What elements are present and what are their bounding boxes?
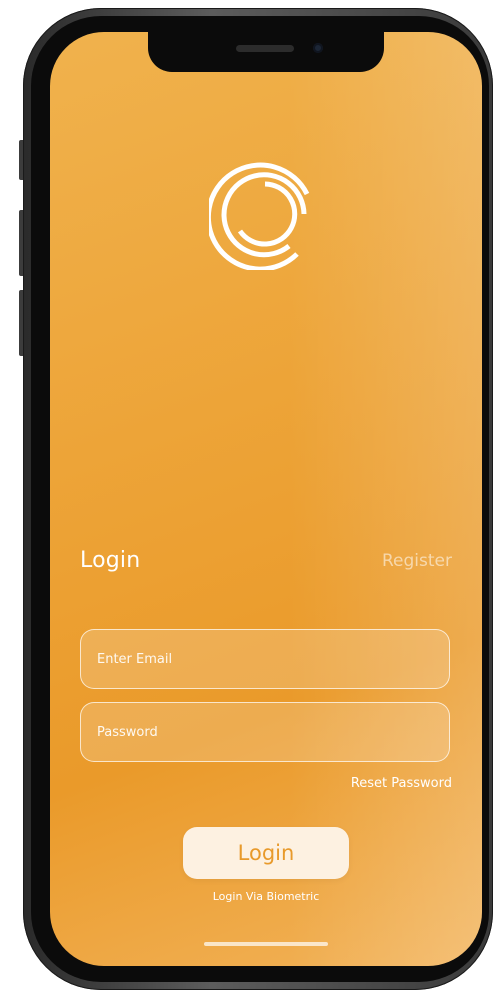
- notch: [148, 32, 384, 72]
- reset-password-link[interactable]: Reset Password: [351, 776, 452, 791]
- front-camera: [313, 43, 323, 53]
- login-button-label: Login: [237, 841, 295, 865]
- password-field[interactable]: [80, 702, 450, 762]
- home-indicator[interactable]: [204, 942, 328, 946]
- auth-tabs: Login Register: [80, 548, 452, 580]
- speaker-grille: [236, 45, 294, 52]
- login-button[interactable]: Login: [183, 827, 349, 879]
- login-screen: Login Register Reset Password Login Logi…: [50, 32, 482, 966]
- tab-login[interactable]: Login: [80, 548, 140, 573]
- password-input[interactable]: [81, 703, 449, 761]
- device-mockup: Login Register Reset Password Login Logi…: [0, 0, 493, 990]
- biometric-login-label: Login Via Biometric: [212, 890, 320, 903]
- email-field[interactable]: [80, 629, 450, 689]
- biometric-login-link[interactable]: Login Via Biometric: [50, 890, 482, 903]
- email-input[interactable]: [81, 630, 449, 688]
- tab-register[interactable]: Register: [382, 551, 452, 571]
- concentric-circle-logo-icon: [209, 162, 310, 270]
